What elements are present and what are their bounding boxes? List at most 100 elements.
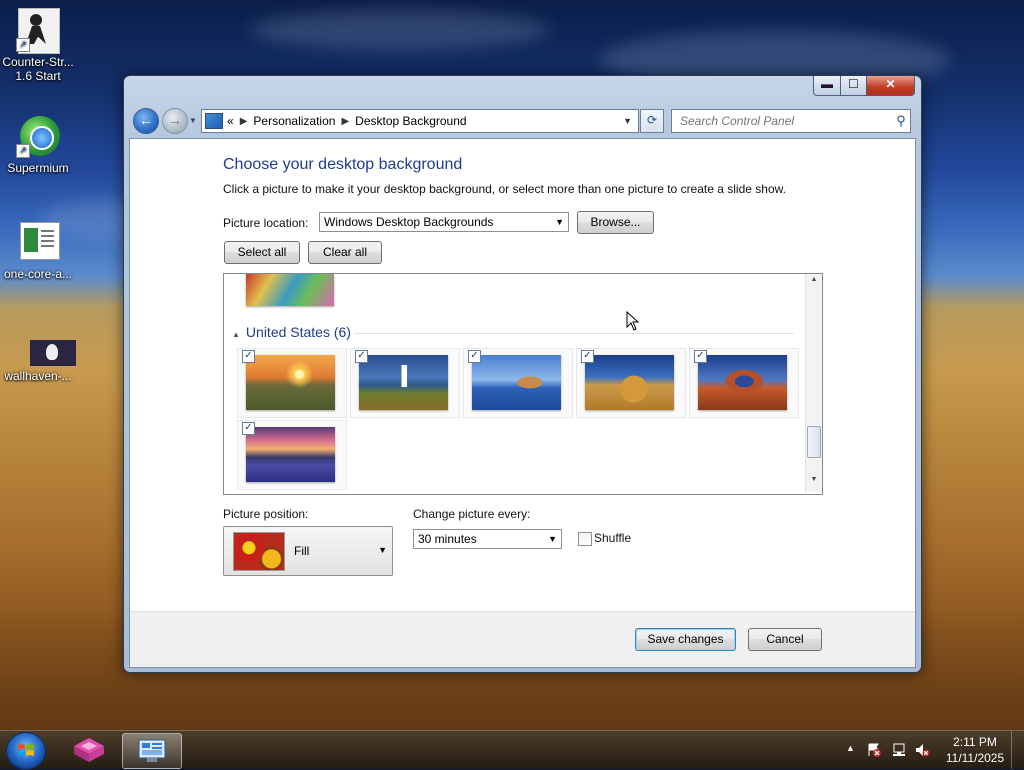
delicate-arch-image <box>698 355 787 410</box>
thumb-checkbox[interactable]: ✓ <box>581 350 594 363</box>
picture-position-select[interactable]: Fill ▼ <box>223 526 393 576</box>
sunset-plains-image <box>246 355 335 410</box>
cancel-button[interactable]: Cancel <box>748 628 822 651</box>
page-title: Choose your desktop background <box>223 156 463 173</box>
address-bar[interactable]: « ▶ Personalization ▶ Desktop Background… <box>201 109 639 133</box>
lupine-lake-image <box>246 427 335 482</box>
address-root-marker[interactable]: « <box>227 114 234 128</box>
wallpaper-thumb[interactable]: ✓ <box>463 348 573 418</box>
refresh-button[interactable]: ⟳ <box>640 109 664 133</box>
windows-logo-icon <box>18 744 34 756</box>
thumb-checkbox[interactable]: ✓ <box>468 350 481 363</box>
back-arrow-icon: ← <box>139 112 153 128</box>
search-input[interactable] <box>678 113 892 129</box>
lighthouse-image <box>359 355 448 410</box>
desktop-icon-counter-strike[interactable]: ↗ Counter-Str... 1.6 Start <box>0 8 76 83</box>
select-all-button[interactable]: Select all <box>224 241 300 264</box>
wallpaper-thumb[interactable]: ✓ <box>350 348 460 418</box>
picture-position-value: Fill <box>294 544 310 558</box>
page-description: Click a picture to make it your desktop … <box>223 182 786 196</box>
control-panel-icon <box>205 113 223 129</box>
forward-button[interactable]: → <box>162 108 188 134</box>
show-desktop-button[interactable] <box>1011 731 1024 769</box>
scroll-down-icon[interactable]: ▼ <box>806 476 822 490</box>
recent-pages-dropdown-icon[interactable]: ▼ <box>189 116 197 125</box>
start-button[interactable] <box>6 732 46 770</box>
desktop-icon-wallhaven[interactable]: wallhaven-... <box>0 338 76 383</box>
taskbar-app-control-panel[interactable] <box>122 733 182 769</box>
desktop-background-window: ▬ ☐ ✕ ← → ▼ « ▶ Personalization ▶ Deskto… <box>123 75 922 673</box>
breadcrumb-desktop-background[interactable]: Desktop Background <box>355 114 466 128</box>
wallpaper-thumb[interactable]: ✓ <box>576 348 686 418</box>
wallpaper-thumb[interactable]: ✓ <box>689 348 799 418</box>
thumb-checkbox[interactable]: ✓ <box>355 350 368 363</box>
thumb-checkbox[interactable]: ✓ <box>694 350 707 363</box>
volume-muted-icon[interactable] <box>914 742 930 758</box>
group-name: United States (6) <box>245 324 351 340</box>
desktop-icon-supermium[interactable]: ↗ Supermium <box>0 114 76 175</box>
picture-position-label: Picture position: <box>223 507 309 521</box>
wallpaper-thumb-partial[interactable] <box>246 274 334 306</box>
shuffle-checkbox[interactable] <box>578 532 592 546</box>
shortcut-arrow-icon: ↗ <box>16 38 30 52</box>
shuffle-label[interactable]: Shuffle <box>594 531 631 545</box>
chevron-down-icon: ▼ <box>548 534 557 544</box>
change-picture-value: 30 minutes <box>418 532 477 546</box>
image-file-icon <box>16 338 76 366</box>
desktop-icon-label: 1.6 Start <box>15 69 61 83</box>
save-changes-button[interactable]: Save changes <box>635 628 736 651</box>
thumb-checkbox[interactable]: ✓ <box>242 422 255 435</box>
clock-date: 11/11/2025 <box>945 751 1005 765</box>
group-header-united-states[interactable]: ▲ United States (6) <box>232 324 351 340</box>
wallpaper-thumb[interactable]: ✓ <box>237 420 347 490</box>
action-center-icon[interactable] <box>866 742 882 758</box>
browse-button[interactable]: Browse... <box>577 211 654 234</box>
shortcut-arrow-icon: ↗ <box>16 144 30 158</box>
group-divider <box>354 333 794 334</box>
collapse-triangle-icon[interactable]: ▲ <box>232 330 240 339</box>
desktop-icon-label: Supermium <box>7 161 69 175</box>
close-button[interactable]: ✕ <box>866 76 915 96</box>
desktop-icon-label: one-core-a... <box>3 267 73 281</box>
clock-time: 2:11 PM <box>953 735 997 749</box>
picture-location-value: Windows Desktop Backgrounds <box>324 215 494 229</box>
breadcrumb-separator-icon: ▶ <box>341 115 350 127</box>
taskbar-app-cube[interactable] <box>60 733 118 767</box>
back-button[interactable]: ← <box>133 108 159 134</box>
tray-overflow-icon[interactable]: ▲ <box>846 743 855 753</box>
mouse-cursor-icon <box>626 311 640 331</box>
picture-location-select[interactable]: Windows Desktop Backgrounds ▼ <box>319 212 569 232</box>
network-icon[interactable] <box>891 742 907 758</box>
supermium-icon: ↗ <box>16 114 60 158</box>
breadcrumb-personalization[interactable]: Personalization <box>253 114 335 128</box>
desktop-icon-one-core[interactable]: one-core-a... <box>0 220 76 281</box>
chevron-down-icon: ▼ <box>555 217 564 227</box>
breadcrumb-separator-icon: ▶ <box>239 115 248 127</box>
search-box[interactable]: ⚲ <box>671 109 911 133</box>
cube-app-icon <box>74 738 104 762</box>
change-picture-select[interactable]: 30 minutes ▼ <box>413 529 562 549</box>
wallpaper-thumb[interactable]: ✓ <box>237 348 347 418</box>
maximize-button[interactable]: ☐ <box>840 76 867 96</box>
counter-strike-icon: ↗ <box>16 8 60 54</box>
minimize-button[interactable]: ▬ <box>813 76 841 96</box>
scrollbar-thumb[interactable] <box>807 426 821 458</box>
clock[interactable]: 2:11 PM 11/11/2025 <box>940 734 1010 766</box>
gallery-scrollbar[interactable]: ▲ ▼ <box>805 274 822 492</box>
search-icon[interactable]: ⚲ <box>892 113 910 129</box>
control-panel-icon <box>138 739 166 762</box>
desktop-icon-label: Counter-Str... <box>2 55 74 69</box>
content-pane: Choose your desktop background Click a p… <box>129 138 916 668</box>
document-icon <box>16 220 60 264</box>
clear-all-button[interactable]: Clear all <box>308 241 382 264</box>
refresh-icon: ⟳ <box>646 113 658 127</box>
address-dropdown-icon[interactable]: ▼ <box>623 116 632 126</box>
desktop-icon-label: wallhaven-... <box>4 369 72 383</box>
picture-location-label: Picture location: <box>223 216 309 230</box>
change-picture-label: Change picture every: <box>413 507 531 521</box>
taskbar: ▲ 2:11 PM 11/11/2025 <box>0 730 1024 770</box>
flower-preview-image <box>233 532 285 571</box>
wallpaper-gallery[interactable]: ▲ United States (6) ✓ ✓ ✓ ✓ ✓ ✓ ▲ ▼ <box>223 273 823 495</box>
thumb-checkbox[interactable]: ✓ <box>242 350 255 363</box>
scroll-up-icon[interactable]: ▲ <box>806 276 822 290</box>
